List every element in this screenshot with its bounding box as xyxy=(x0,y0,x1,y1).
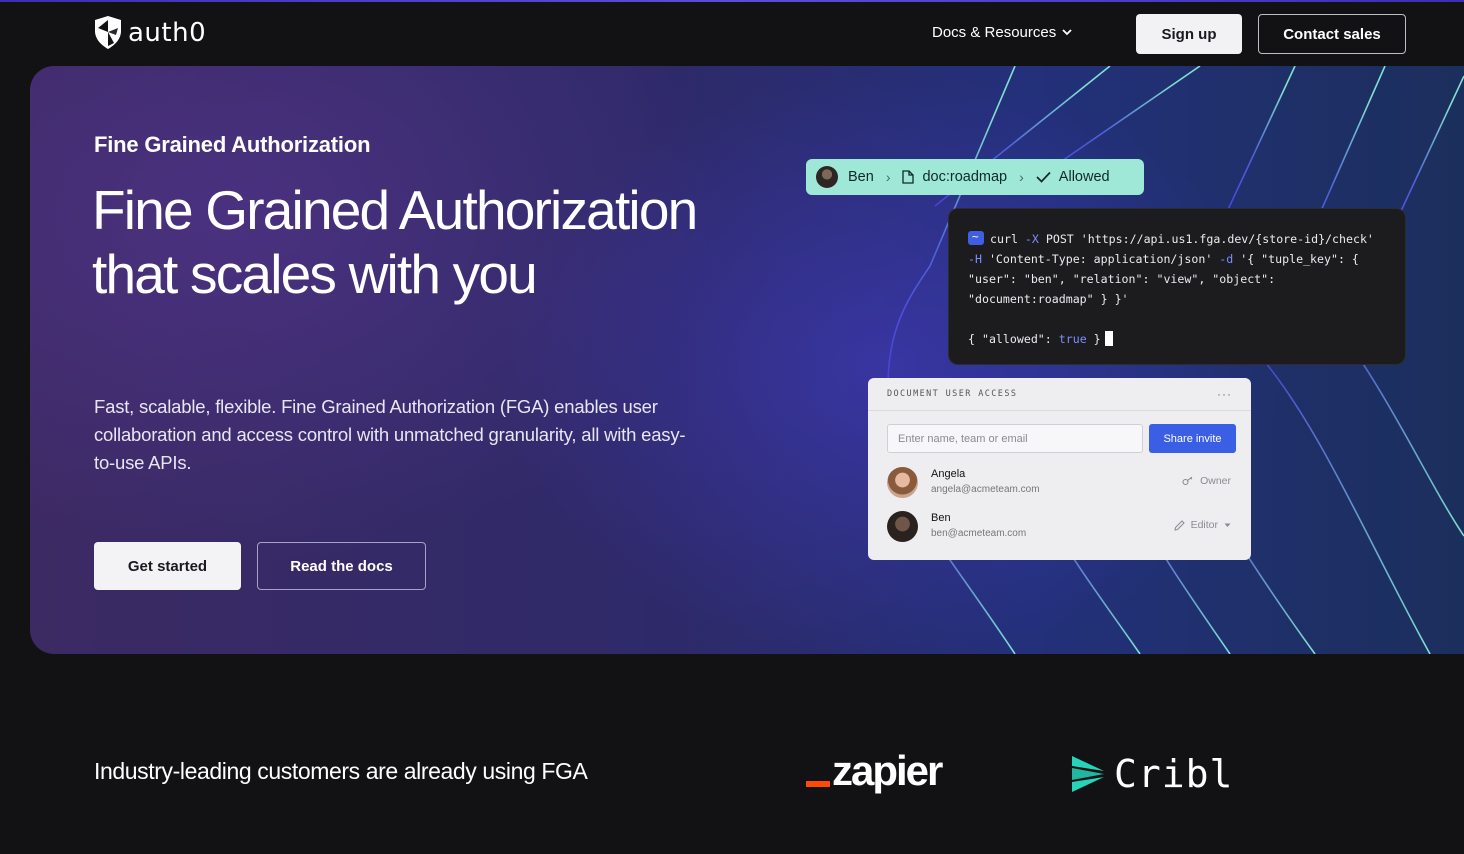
customers-heading: Industry-leading customers are already u… xyxy=(94,758,588,784)
terminal-prompt-icon xyxy=(968,227,984,247)
terminal-line: -H 'Content-Type: application/json' -d '… xyxy=(968,252,1359,266)
avatar xyxy=(887,511,918,542)
avatar xyxy=(816,166,838,188)
user-email: angela@acmeteam.com xyxy=(931,484,1040,495)
terminal-line: "user": "ben", "relation": "view", "obje… xyxy=(968,272,1276,286)
pill-object: doc:roadmap xyxy=(922,169,1008,185)
code-terminal: curl -X POST 'https://api.us1.fga.dev/{s… xyxy=(948,208,1406,365)
role-dropdown[interactable]: Editor xyxy=(1173,519,1231,531)
pill-user: Ben xyxy=(848,169,874,185)
checkmark-icon xyxy=(1036,171,1051,183)
cribl-logo: Cribl xyxy=(1070,752,1233,796)
hero-section: Fine Grained Authorization Fine Grained … xyxy=(30,66,1464,654)
chevron-right-icon: › xyxy=(1019,169,1024,185)
zapier-logo: zapier xyxy=(806,747,943,794)
top-navigation: auth0 Docs & Resources Sign up Contact s… xyxy=(0,2,1464,64)
more-options-icon[interactable]: ··· xyxy=(1217,387,1232,401)
hero-title: Fine Grained Authorization that scales w… xyxy=(92,179,698,305)
role-label: Owner xyxy=(1182,475,1231,487)
terminal-line: curl -X POST 'https://api.us1.fga.dev/{s… xyxy=(968,227,1405,249)
user-name: Angela xyxy=(931,468,966,480)
user-name: Ben xyxy=(931,512,951,524)
hero-eyebrow: Fine Grained Authorization xyxy=(94,132,371,157)
contact-sales-button[interactable]: Contact sales xyxy=(1258,14,1406,54)
document-access-card: DOCUMENT USER ACCESS ··· Enter name, tea… xyxy=(868,378,1251,560)
cribl-arrow-icon xyxy=(1072,756,1104,792)
card-header: DOCUMENT USER ACCESS ··· xyxy=(868,378,1251,411)
docs-resources-label: Docs & Resources xyxy=(932,24,1057,41)
auth0-logo[interactable]: auth0 xyxy=(94,16,206,49)
authorization-check-pill: Ben › doc:roadmap › Allowed xyxy=(806,159,1144,195)
cribl-wordmark: Cribl xyxy=(1114,752,1234,796)
user-row: Angela angela@acmeteam.com Owner xyxy=(887,465,1237,499)
get-started-button[interactable]: Get started xyxy=(94,542,241,590)
caret-down-icon xyxy=(1224,523,1231,527)
terminal-line: "document:roadmap" } }' xyxy=(968,292,1129,306)
pill-result: Allowed xyxy=(1058,169,1110,185)
pencil-icon xyxy=(1173,519,1185,531)
signup-button[interactable]: Sign up xyxy=(1136,14,1242,54)
user-email: ben@acmeteam.com xyxy=(931,528,1027,539)
read-docs-button[interactable]: Read the docs xyxy=(257,542,426,590)
zapier-underscore xyxy=(806,781,830,787)
docs-resources-menu[interactable]: Docs & Resources xyxy=(932,24,1072,41)
key-icon xyxy=(1182,476,1193,486)
invite-search-input[interactable]: Enter name, team or email xyxy=(887,424,1143,453)
terminal-cursor xyxy=(1104,331,1113,346)
card-title: DOCUMENT USER ACCESS xyxy=(887,389,1018,399)
zapier-wordmark: zapier xyxy=(832,747,943,794)
avatar xyxy=(887,467,918,498)
chevron-down-icon xyxy=(1062,29,1072,36)
shield-logo-icon xyxy=(95,16,121,49)
hero-description: Fast, scalable, flexible. Fine Grained A… xyxy=(94,396,686,473)
terminal-response: { "allowed": true } xyxy=(968,329,1405,349)
chevron-right-icon: › xyxy=(885,169,891,185)
logo-wordmark: auth0 xyxy=(128,17,207,48)
user-row: Ben ben@acmeteam.com Editor xyxy=(887,509,1237,543)
document-icon xyxy=(902,170,915,184)
share-invite-button[interactable]: Share invite xyxy=(1149,424,1236,453)
